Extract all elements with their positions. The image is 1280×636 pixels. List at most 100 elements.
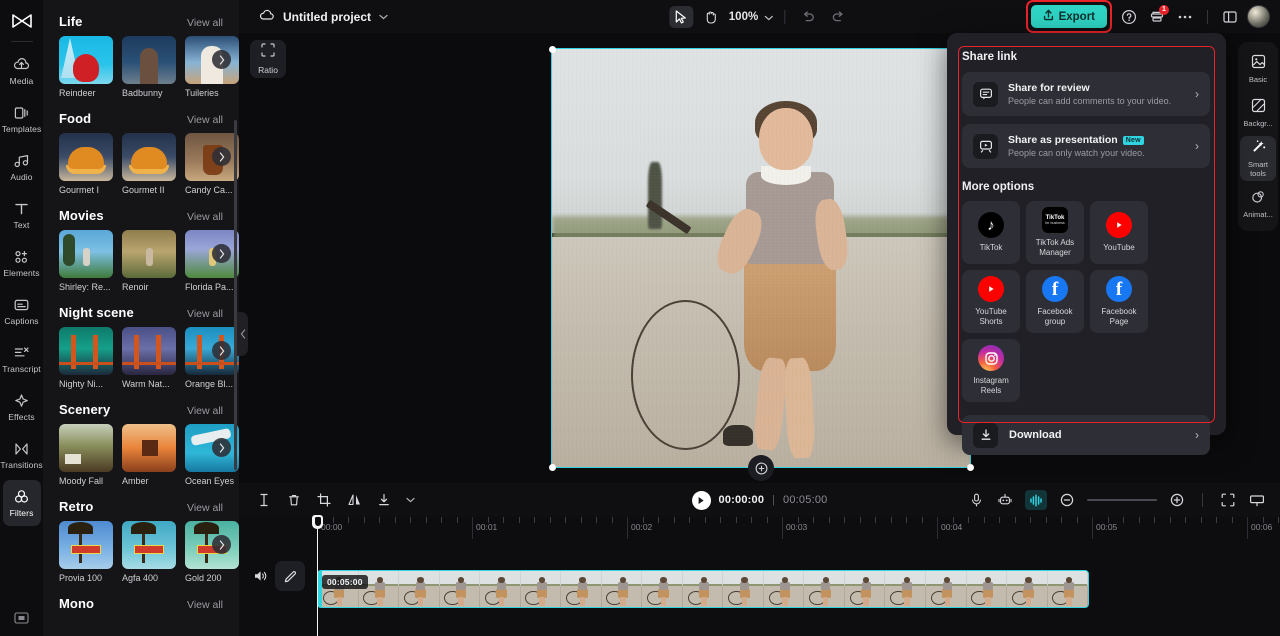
view-all-link[interactable]: View all (187, 114, 223, 126)
filter-row-next-button[interactable] (212, 438, 231, 457)
filter-thumbnail[interactable]: Gold 200 (185, 521, 239, 586)
project-title[interactable]: Untitled project (283, 10, 371, 24)
rrail-item-background[interactable]: Backgr... (1240, 92, 1276, 134)
filter-thumbnail[interactable]: Reindeer (59, 36, 113, 101)
sidebar-item-elements[interactable]: Elements (3, 240, 41, 286)
split-icon[interactable] (255, 491, 273, 509)
filter-thumbnail[interactable]: Nighty Ni... (59, 327, 113, 392)
share-as-presentation-row[interactable]: Share as presentation New People can onl… (962, 124, 1210, 168)
view-all-link[interactable]: View all (187, 405, 223, 417)
view-all-link[interactable]: View all (187, 211, 223, 223)
avatar[interactable] (1247, 5, 1270, 28)
redo-button[interactable] (826, 6, 850, 28)
zoom-chevron-down-icon[interactable] (764, 8, 773, 26)
sidebar-item-transitions[interactable]: Transitions (0, 432, 43, 478)
sidebar-item-transcript[interactable]: Transcript (2, 336, 41, 382)
filter-thumbnail[interactable]: Provia 100 (59, 521, 113, 586)
export-button[interactable]: Export (1030, 5, 1107, 28)
filter-row-next-button[interactable] (212, 50, 231, 69)
sidebar-item-captions[interactable]: Captions (3, 288, 41, 334)
share-option-facebook-page[interactable]: f Facebook Page (1090, 270, 1148, 333)
filter-thumbnail[interactable]: Ocean Eyes (185, 424, 239, 489)
filter-thumbnail[interactable]: Gourmet I (59, 133, 113, 198)
ai-robot-icon[interactable] (996, 491, 1014, 509)
hand-tool-button[interactable] (699, 6, 723, 28)
audio-waveform-icon[interactable] (1025, 490, 1047, 510)
filter-thumbnail[interactable]: Amber (122, 424, 176, 489)
canvas-handle-bottom-left[interactable] (548, 463, 556, 471)
capcut-logo-icon[interactable] (7, 6, 37, 36)
split-layout-icon[interactable] (1219, 6, 1241, 28)
play-button[interactable] (691, 490, 711, 510)
crop-icon[interactable] (315, 491, 333, 509)
chevron-right-icon[interactable]: › (1195, 87, 1199, 101)
filter-thumbnail[interactable]: Moody Fall (59, 424, 113, 489)
filter-row-next-button[interactable] (212, 535, 231, 554)
filter-row-next-button[interactable] (212, 244, 231, 263)
video-clip[interactable]: 00:05:00 (317, 570, 1089, 608)
zoom-out-icon[interactable] (1058, 491, 1076, 509)
view-all-link[interactable]: View all (187, 308, 223, 320)
fit-screen-icon[interactable] (1219, 491, 1237, 509)
panel-scrollbar[interactable] (234, 120, 237, 470)
share-option-youtube[interactable]: YouTube (1090, 201, 1148, 264)
sidebar-item-audio[interactable]: Audio (3, 144, 41, 190)
download-chevron-down-icon[interactable] (405, 491, 415, 509)
timeline-playhead[interactable] (312, 515, 323, 636)
sidebar-item-templates[interactable]: Templates (2, 96, 41, 142)
zoom-level-label[interactable]: 100% (729, 11, 758, 23)
rrail-item-smart-tools[interactable]: Smart tools (1240, 136, 1276, 182)
share-for-review-row[interactable]: Share for review People can add comments… (962, 72, 1210, 116)
canvas-handle-bottom-right[interactable] (966, 463, 974, 471)
ratio-button[interactable]: Ratio (250, 40, 286, 78)
view-all-link[interactable]: View all (187, 502, 223, 514)
present-icon[interactable] (1248, 491, 1266, 509)
mirror-flip-icon[interactable] (345, 491, 363, 509)
filter-thumbnail[interactable]: Warm Nat... (122, 327, 176, 392)
chevron-right-icon[interactable]: › (1195, 139, 1199, 153)
playhead-handle[interactable] (312, 515, 323, 529)
download-row[interactable]: Download › (962, 415, 1210, 455)
trash-icon[interactable] (285, 491, 303, 509)
sidebar-item-filters[interactable]: Filters (2, 480, 41, 526)
microphone-icon[interactable] (967, 491, 985, 509)
rrail-item-animation[interactable]: Animat... (1240, 183, 1276, 225)
panel-collapse-handle[interactable] (237, 312, 248, 356)
filter-thumbnail[interactable]: Orange Bl... (185, 327, 239, 392)
share-option-tiktok-ads-manager[interactable]: TikTok for business TikTok Ads Manager (1026, 201, 1084, 264)
filter-thumbnail[interactable]: Florida Pa... (185, 230, 239, 295)
chevron-down-icon[interactable] (379, 12, 388, 22)
timeline-ruler[interactable]: 00:00 00:01 00:02 00:03 00:04 00:05 00:06 (317, 517, 1280, 539)
filter-row-next-button[interactable] (212, 147, 231, 166)
share-option-facebook-group[interactable]: f Facebook group (1026, 270, 1084, 333)
filter-thumbnail[interactable]: Shirley: Re... (59, 230, 113, 295)
filter-thumbnail[interactable]: Gourmet II (122, 133, 176, 198)
filter-thumbnail[interactable]: Candy Ca... (185, 133, 239, 198)
sidebar-item-effects[interactable]: Effects (3, 384, 41, 430)
sidebar-item-media[interactable]: Media (3, 48, 41, 94)
help-question-circle-icon[interactable] (1118, 6, 1140, 28)
filter-thumbnail[interactable]: Agfa 400 (122, 521, 176, 586)
filter-thumbnail[interactable]: Renoir (122, 230, 176, 295)
select-tool-button[interactable] (668, 5, 693, 28)
canvas-handle-top-left[interactable] (548, 45, 556, 53)
download-icon[interactable] (375, 491, 393, 509)
share-option-instagram-reels[interactable]: Instagram Reels (962, 339, 1020, 402)
keyboard-shortcut-icon[interactable] (0, 612, 43, 624)
share-option-youtube-shorts[interactable]: YouTube Shorts (962, 270, 1020, 333)
zoom-in-icon[interactable] (1168, 491, 1186, 509)
rrail-item-basic[interactable]: Basic (1240, 48, 1276, 90)
notification-icon[interactable]: 1 (1146, 4, 1169, 28)
speaker-icon[interactable] (251, 567, 269, 585)
timeline-zoom-slider[interactable] (1087, 499, 1157, 501)
share-option-tiktok[interactable]: ♪ TikTok (962, 201, 1020, 264)
ellipsis-icon[interactable] (1174, 6, 1196, 28)
filter-thumbnail[interactable]: Tuileries (185, 36, 239, 101)
canvas-more-icon[interactable] (748, 455, 774, 481)
filter-thumbnail[interactable]: Badbunny (122, 36, 176, 101)
filter-row-next-button[interactable] (212, 341, 231, 360)
video-canvas[interactable] (548, 45, 974, 481)
undo-button[interactable] (796, 6, 820, 28)
chevron-right-icon[interactable]: › (1195, 428, 1199, 442)
sidebar-item-text[interactable]: Text (3, 192, 41, 238)
